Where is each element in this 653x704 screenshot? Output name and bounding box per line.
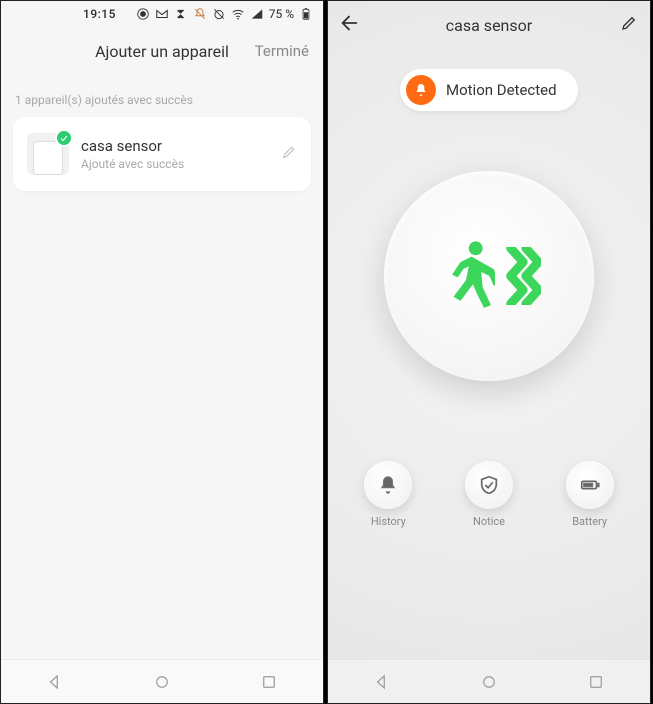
back-button[interactable] [338, 12, 360, 38]
history-button[interactable]: History [364, 461, 412, 528]
page-title: casa sensor [446, 16, 532, 35]
battery-icon [299, 7, 313, 21]
status-time: 19:15 [83, 7, 116, 21]
battery-button[interactable]: Battery [566, 461, 614, 528]
running-person-icon [437, 240, 495, 312]
motion-status-chip[interactable]: Motion Detected [400, 69, 578, 111]
nav-back-icon[interactable] [45, 672, 65, 692]
phone-add-device: 19:15 75 % Ajouter un appareil Terminé 1… [0, 0, 324, 704]
signal-icon [250, 7, 264, 21]
phone-sensor-detail: casa sensor Motion Detected History Noti… [327, 0, 651, 704]
history-label: History [371, 515, 406, 528]
header: casa sensor [328, 1, 650, 49]
nav-home-icon[interactable] [479, 672, 499, 692]
android-navbar [1, 659, 323, 703]
page-title: Ajouter un appareil [95, 42, 229, 61]
record-icon [136, 7, 150, 21]
success-check-icon [55, 129, 73, 147]
device-thumbnail [27, 133, 69, 175]
done-button[interactable]: Terminé [255, 42, 309, 60]
bottom-action-row: History Notice Battery [328, 461, 650, 528]
device-status: Ajouté avec succès [81, 157, 269, 171]
motion-status-label: Motion Detected [446, 81, 557, 99]
status-bar: 19:15 75 % [1, 1, 323, 27]
battery-percent: 75 % [269, 7, 294, 21]
alarm-off-icon [212, 7, 226, 21]
mute-icon [193, 7, 207, 21]
battery-icon [579, 474, 601, 496]
device-card[interactable]: casa sensor Ajouté avec succès [13, 117, 311, 191]
header: Ajouter un appareil Terminé [1, 27, 323, 75]
sigma-icon [174, 7, 188, 21]
bell-icon [377, 474, 399, 496]
rename-button[interactable] [281, 144, 297, 164]
wifi-icon [231, 7, 245, 21]
bell-icon [406, 75, 436, 105]
device-info: casa sensor Ajouté avec succès [81, 137, 269, 171]
android-navbar [328, 659, 650, 703]
notice-button[interactable]: Notice [465, 461, 513, 528]
sensor-main-indicator[interactable] [384, 171, 594, 381]
shield-icon [478, 474, 500, 496]
nav-home-icon[interactable] [152, 672, 172, 692]
nav-recent-icon[interactable] [586, 672, 606, 692]
signal-waves-icon [503, 247, 541, 305]
gmail-icon [155, 7, 169, 21]
edit-button[interactable] [620, 14, 638, 36]
success-count-text: 1 appareil(s) ajoutés avec succès [1, 75, 323, 117]
battery-label: Battery [572, 515, 607, 528]
nav-back-icon[interactable] [372, 672, 392, 692]
device-name: casa sensor [81, 137, 269, 155]
nav-recent-icon[interactable] [259, 672, 279, 692]
notice-label: Notice [473, 515, 505, 528]
